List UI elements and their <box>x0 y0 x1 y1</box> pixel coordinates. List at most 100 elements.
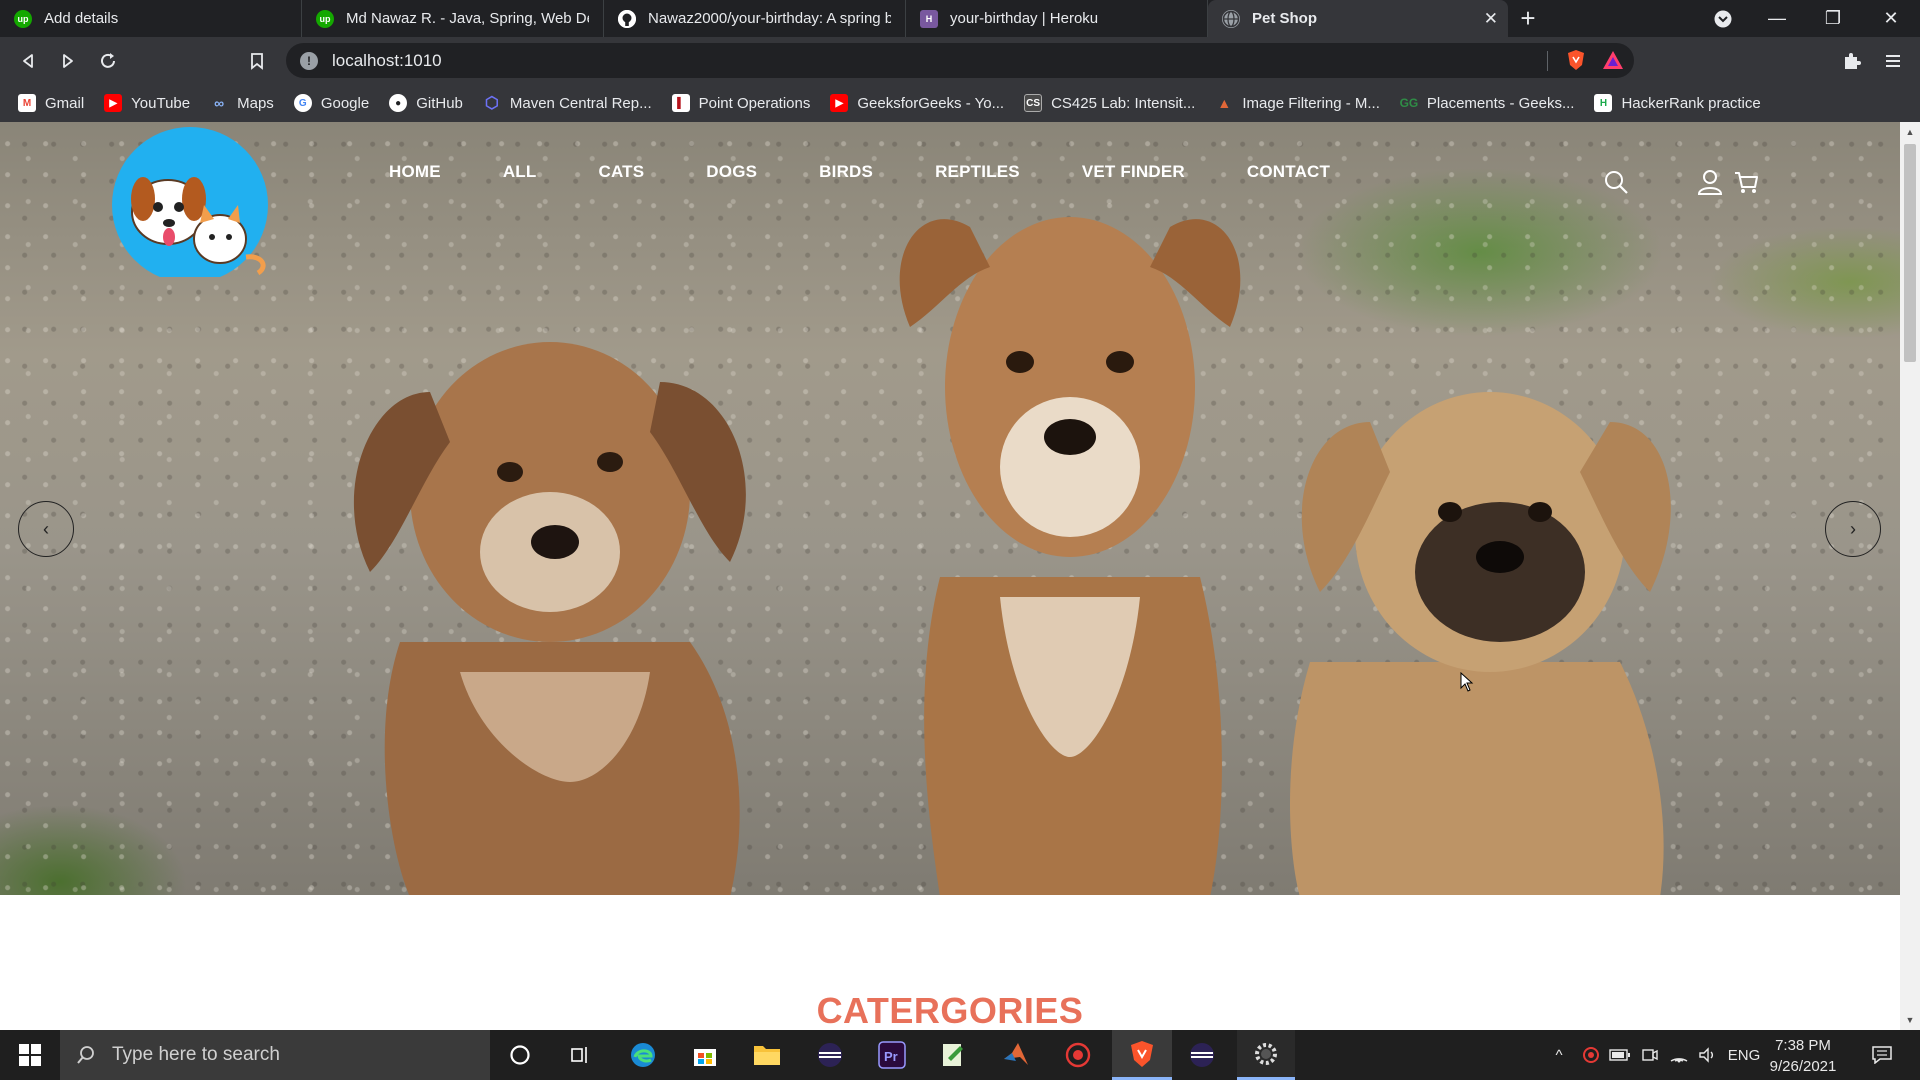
nav-all[interactable]: ALL <box>503 162 537 182</box>
browser-menu-button[interactable] <box>1879 47 1907 75</box>
reload-icon <box>101 53 115 68</box>
bookmark-label: Image Filtering - M... <box>1242 94 1380 112</box>
nav-contact[interactable]: CONTACT <box>1247 162 1330 182</box>
taskbar-app-store[interactable] <box>678 1030 732 1080</box>
chevron-up-icon: ^ <box>1555 1046 1563 1064</box>
new-tab-button[interactable]: + <box>1508 0 1548 37</box>
site-info-icon[interactable]: ! <box>300 51 318 70</box>
nav-dogs[interactable]: DOGS <box>706 162 757 182</box>
omnibox-divider <box>1547 51 1548 71</box>
scroll-down-arrow-icon[interactable]: ▼ <box>1900 1012 1920 1028</box>
browser-tab[interactable]: Nawaz2000/your-birthday: A spring b <box>604 0 906 37</box>
hackerrank-icon: H <box>1594 94 1613 112</box>
back-arrow-icon <box>23 54 33 68</box>
battery-icon[interactable] <box>1606 1030 1634 1080</box>
bookmark-item[interactable]: ∞ Maps <box>210 94 274 112</box>
brave-shields-icon[interactable] <box>1566 49 1586 76</box>
windows-taskbar: Type here to search Pr ^ ENG 7:38 PM 9/2… <box>0 1030 1920 1080</box>
reload-button[interactable] <box>94 47 122 75</box>
task-view-button[interactable] <box>553 1030 607 1080</box>
minimize-button[interactable]: — <box>1752 0 1802 37</box>
cart-icon[interactable] <box>1732 168 1760 196</box>
bookmark-label: Placements - Geeks... <box>1426 94 1575 112</box>
bookmark-label: Maps <box>237 94 274 112</box>
taskbar-search-placeholder: Type here to search <box>112 1044 280 1065</box>
taskbar-app-editor[interactable] <box>926 1030 980 1080</box>
volume-icon[interactable] <box>1695 1030 1721 1080</box>
taskbar-app-edge[interactable] <box>616 1030 670 1080</box>
cortana-button[interactable] <box>493 1030 547 1080</box>
taskbar-clock[interactable]: 7:38 PM 9/26/2021 <box>1758 1035 1848 1077</box>
taskbar-app-eclipse-2[interactable] <box>1175 1030 1229 1080</box>
browser-tab[interactable]: up Md Nawaz R. - Java, Spring, Web Deve <box>302 0 604 37</box>
nav-home[interactable]: HOME <box>389 162 441 182</box>
carousel-next-button[interactable]: › <box>1825 501 1881 557</box>
language-label: ENG <box>1727 1046 1761 1064</box>
brave-icon <box>1131 1040 1153 1067</box>
bookmark-label: HackerRank practice <box>1621 94 1761 112</box>
camera-icon[interactable] <box>1637 1030 1663 1080</box>
close-tab-icon[interactable]: ✕ <box>1484 9 1498 29</box>
notifications-button[interactable] <box>1862 1030 1902 1080</box>
nav-birds[interactable]: BIRDS <box>819 162 873 182</box>
scrollbar-thumb[interactable] <box>1904 144 1916 362</box>
browser-tab[interactable]: up Add details <box>0 0 302 37</box>
premiere-icon: Pr <box>878 1041 906 1069</box>
bookmark-item[interactable]: ▶ YouTube <box>104 94 190 112</box>
bookmark-item[interactable]: H HackerRank practice <box>1594 94 1761 112</box>
taskbar-search[interactable]: Type here to search <box>60 1030 490 1080</box>
chevron-down-icon <box>1714 10 1732 27</box>
tab-title: Nawaz2000/your-birthday: A spring b <box>648 10 891 27</box>
taskbar-app-explorer[interactable] <box>740 1030 794 1080</box>
browser-tab-active[interactable]: Pet Shop ✕ <box>1208 0 1508 37</box>
extensions-button[interactable] <box>1838 47 1866 75</box>
user-icon[interactable] <box>1696 168 1724 196</box>
mouse-cursor-icon <box>1460 672 1474 692</box>
search-icon[interactable] <box>1602 168 1630 196</box>
forward-button[interactable] <box>54 47 82 75</box>
taskbar-app-matlab[interactable] <box>989 1030 1043 1080</box>
bookmark-item[interactable]: ▌ Point Operations <box>671 94 810 112</box>
bookmark-item[interactable]: CS CS425 Lab: Intensit... <box>1024 94 1195 112</box>
bookmark-item[interactable]: G Google <box>293 94 369 112</box>
show-hidden-icons-button[interactable]: ^ <box>1545 1030 1573 1080</box>
restore-button[interactable]: ❐ <box>1808 0 1858 37</box>
nav-cats[interactable]: CATS <box>598 162 644 182</box>
maven-icon: ⬡ <box>484 95 499 112</box>
scroll-up-arrow-icon[interactable]: ▲ <box>1900 124 1920 140</box>
bookmark-icon <box>251 53 263 70</box>
github-icon <box>618 9 636 28</box>
start-button[interactable] <box>0 1030 60 1080</box>
bookmark-page-button[interactable] <box>243 47 271 75</box>
taskbar-app-premiere[interactable]: Pr <box>865 1030 919 1080</box>
taskbar-app-brave[interactable] <box>1112 1030 1172 1080</box>
bookmark-item[interactable]: ▶ GeeksforGeeks - Yo... <box>830 94 1004 112</box>
tab-title: Md Nawaz R. - Java, Spring, Web Deve <box>346 10 589 27</box>
bookmark-item[interactable]: M Gmail <box>18 94 84 112</box>
taskbar-app-recorder[interactable] <box>1051 1030 1105 1080</box>
carousel-prev-button[interactable]: ‹ <box>18 501 74 557</box>
back-button[interactable] <box>14 47 42 75</box>
bookmark-item[interactable]: ▲ Image Filtering - M... <box>1215 94 1380 112</box>
bookmark-item[interactable]: ● GitHub <box>389 94 463 112</box>
taskbar-app-eclipse[interactable] <box>803 1030 857 1080</box>
site-logo[interactable] <box>108 127 274 277</box>
nav-vet-finder[interactable]: VET FINDER <box>1082 162 1185 182</box>
bookmark-item[interactable]: ⬡ Maven Central Rep... <box>483 94 652 113</box>
bookmark-item[interactable]: GG Placements - Geeks... <box>1400 94 1575 112</box>
bookmark-label: YouTube <box>131 94 191 112</box>
browser-tab[interactable]: H your-birthday | Heroku <box>906 0 1208 37</box>
language-indicator[interactable]: ENG <box>1726 1030 1762 1080</box>
categories-heading: CATERGORIES <box>816 990 1084 1030</box>
tray-record-icon[interactable] <box>1578 1030 1604 1080</box>
address-bar[interactable]: ! localhost:1010 <box>286 43 1634 78</box>
brave-rewards-icon[interactable] <box>1602 50 1624 75</box>
close-window-button[interactable]: ✕ <box>1866 0 1916 37</box>
nav-reptiles[interactable]: REPTILES <box>935 162 1020 182</box>
tab-search-button[interactable] <box>1698 0 1748 37</box>
gear-icon <box>1255 1042 1277 1065</box>
wifi-icon[interactable] <box>1665 1030 1693 1080</box>
taskbar-app-settings[interactable] <box>1237 1030 1295 1080</box>
plus-icon: + <box>1520 3 1536 33</box>
page-scrollbar[interactable]: ▲ ▼ <box>1900 122 1920 1030</box>
